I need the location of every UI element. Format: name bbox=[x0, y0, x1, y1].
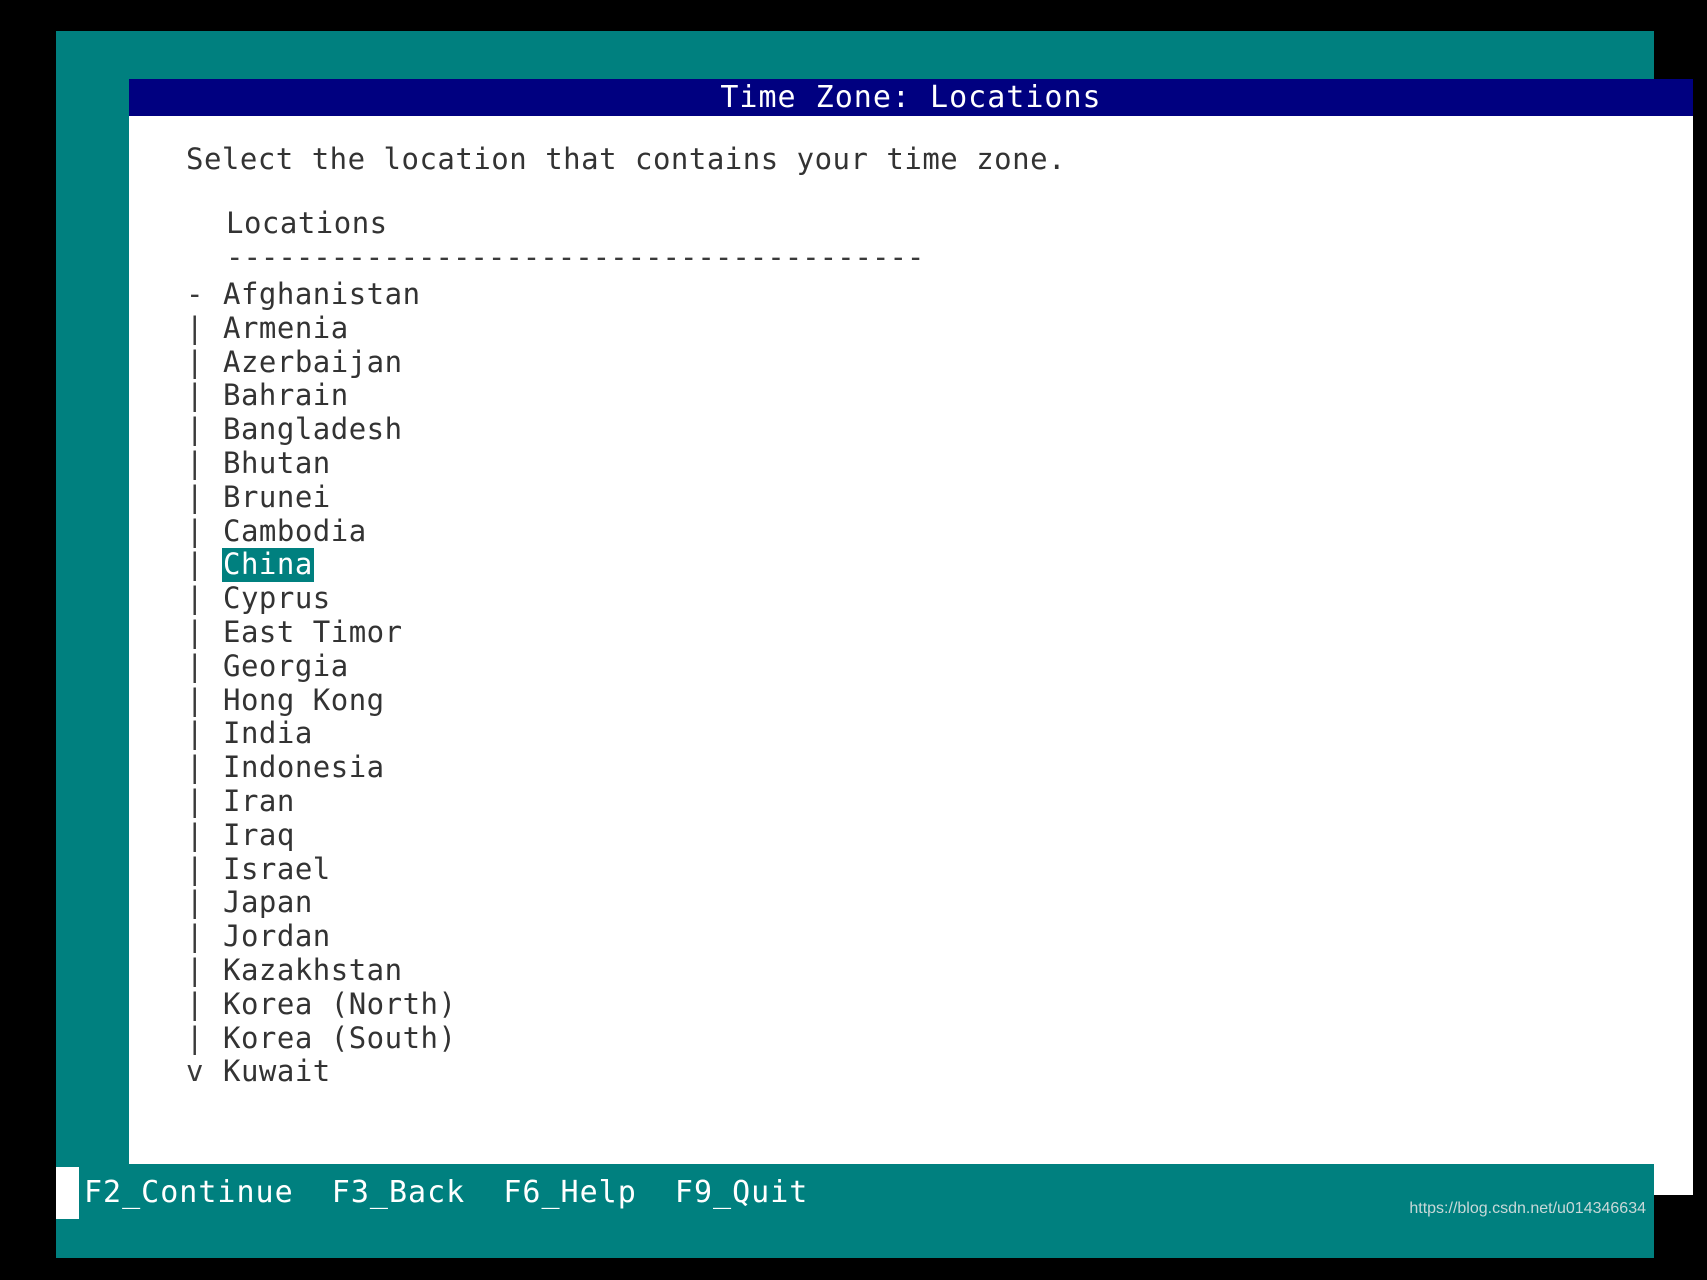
list-rail-icon: | bbox=[186, 952, 204, 987]
list-item-label: Israel bbox=[223, 851, 331, 886]
scroll-down-indicator: v bbox=[186, 1054, 204, 1089]
list-item[interactable]: | Armenia bbox=[186, 310, 1666, 346]
list-item-label: Cyprus bbox=[223, 581, 331, 616]
content-panel: Select the location that contains your t… bbox=[129, 116, 1693, 1195]
list-item[interactable]: | India bbox=[186, 717, 1666, 751]
list-item-label: Iraq bbox=[223, 817, 295, 852]
list-rail-icon: | bbox=[186, 479, 204, 514]
list-rail-icon: | bbox=[186, 445, 204, 480]
scroll-top-indicator: - bbox=[186, 277, 204, 311]
list-rail-icon: | bbox=[186, 547, 204, 582]
list-item[interactable]: | Iraq bbox=[186, 817, 1666, 853]
list-item[interactable]: | China bbox=[186, 547, 1666, 583]
list-item-label: Bahrain bbox=[223, 378, 349, 413]
list-rail-icon: | bbox=[186, 1020, 204, 1055]
list-rail-icon: | bbox=[186, 716, 204, 751]
list-rail-icon: | bbox=[186, 614, 204, 649]
list-rail-icon: | bbox=[186, 412, 204, 447]
watermark-text: https://blog.csdn.net/u014346634 bbox=[1409, 1200, 1646, 1217]
list-item-label: Armenia bbox=[223, 310, 349, 345]
list-divider: ---------------------------------------- bbox=[226, 240, 925, 274]
list-rail-icon: | bbox=[186, 986, 204, 1021]
list-rail-icon: | bbox=[186, 817, 204, 852]
list-item[interactable]: | Jordan bbox=[186, 919, 1666, 954]
list-item-label: India bbox=[223, 716, 313, 751]
list-rail-icon: | bbox=[186, 919, 204, 954]
terminal-screen: Time Zone: Locations Select the location… bbox=[0, 0, 1707, 1280]
list-rail-icon: | bbox=[186, 682, 204, 717]
list-rail-icon: | bbox=[186, 581, 204, 616]
list-item[interactable]: | East Timor bbox=[186, 614, 1666, 650]
locations-list[interactable]: - Afghanistan | Armenia | Azerbaijan | Bahrain |… bbox=[186, 277, 1666, 1089]
list-item[interactable]: - Afghanistan bbox=[186, 277, 1666, 312]
window-frame: Time Zone: Locations Select the location… bbox=[56, 31, 1693, 1258]
list-item-label: East Timor bbox=[223, 614, 403, 649]
list-item[interactable]: | Georgia bbox=[186, 648, 1666, 684]
list-item-label: Iran bbox=[223, 783, 295, 818]
list-rail-icon: | bbox=[186, 750, 204, 785]
list-rail-icon: | bbox=[186, 851, 204, 886]
list-item-label: Hong Kong bbox=[223, 682, 385, 717]
list-item-label: Afghanistan bbox=[223, 277, 421, 311]
window-title: Time Zone: Locations bbox=[129, 79, 1693, 116]
list-item-label: Brunei bbox=[223, 479, 331, 514]
list-item[interactable]: | Bhutan bbox=[186, 445, 1666, 481]
list-item[interactable]: v Kuwait bbox=[186, 1055, 1666, 1089]
list-item[interactable]: | Bangladesh bbox=[186, 412, 1666, 447]
list-item-label: Jordan bbox=[223, 919, 331, 954]
list-rail-icon: | bbox=[186, 310, 204, 345]
list-item[interactable]: | Iran bbox=[186, 783, 1666, 819]
list-item[interactable]: | Korea (North) bbox=[186, 986, 1666, 1022]
instruction-text: Select the location that contains your t… bbox=[186, 142, 1067, 176]
list-item-label: Indonesia bbox=[223, 750, 385, 785]
function-key-labels[interactable]: F2_Continue F3_Back F6_Help F9_Quit bbox=[84, 1164, 808, 1222]
list-item-label: Bhutan bbox=[223, 445, 331, 480]
list-item[interactable]: | Cambodia bbox=[186, 513, 1666, 549]
list-item-label: Japan bbox=[223, 885, 313, 920]
list-item[interactable]: | Kazakhstan bbox=[186, 952, 1666, 988]
list-item[interactable]: | Japan bbox=[186, 886, 1666, 920]
list-item-label: Kazakhstan bbox=[223, 952, 403, 987]
list-item[interactable]: | Brunei bbox=[186, 479, 1666, 515]
list-item[interactable]: | Azerbaijan bbox=[186, 344, 1666, 380]
list-rail-icon: | bbox=[186, 783, 204, 818]
list-rail-icon: | bbox=[186, 648, 204, 683]
list-item[interactable]: | Bahrain bbox=[186, 379, 1666, 413]
list-item[interactable]: | Korea (South) bbox=[186, 1020, 1666, 1056]
list-item-label: Korea (South) bbox=[223, 1020, 457, 1055]
list-item-label: China bbox=[222, 547, 314, 583]
function-key-bar: F2_Continue F3_Back F6_Help F9_Quit http… bbox=[56, 1164, 1654, 1222]
list-column-header: Locations bbox=[226, 206, 388, 240]
list-item-label: Georgia bbox=[223, 648, 349, 683]
list-rail-icon: | bbox=[186, 885, 204, 920]
list-item-label: Kuwait bbox=[223, 1054, 331, 1089]
list-item[interactable]: | Hong Kong bbox=[186, 682, 1666, 718]
list-item-label: Korea (North) bbox=[223, 986, 457, 1021]
list-item-label: Azerbaijan bbox=[223, 344, 403, 379]
list-rail-icon: | bbox=[186, 378, 204, 413]
list-item[interactable]: | Israel bbox=[186, 851, 1666, 887]
list-item-label: Cambodia bbox=[223, 513, 367, 548]
cursor-block bbox=[56, 1167, 79, 1219]
list-item[interactable]: | Cyprus bbox=[186, 581, 1666, 616]
list-rail-icon: | bbox=[186, 513, 204, 548]
list-item[interactable]: | Indonesia bbox=[186, 750, 1666, 785]
list-rail-icon: | bbox=[186, 344, 204, 379]
list-item-label: Bangladesh bbox=[223, 412, 403, 447]
